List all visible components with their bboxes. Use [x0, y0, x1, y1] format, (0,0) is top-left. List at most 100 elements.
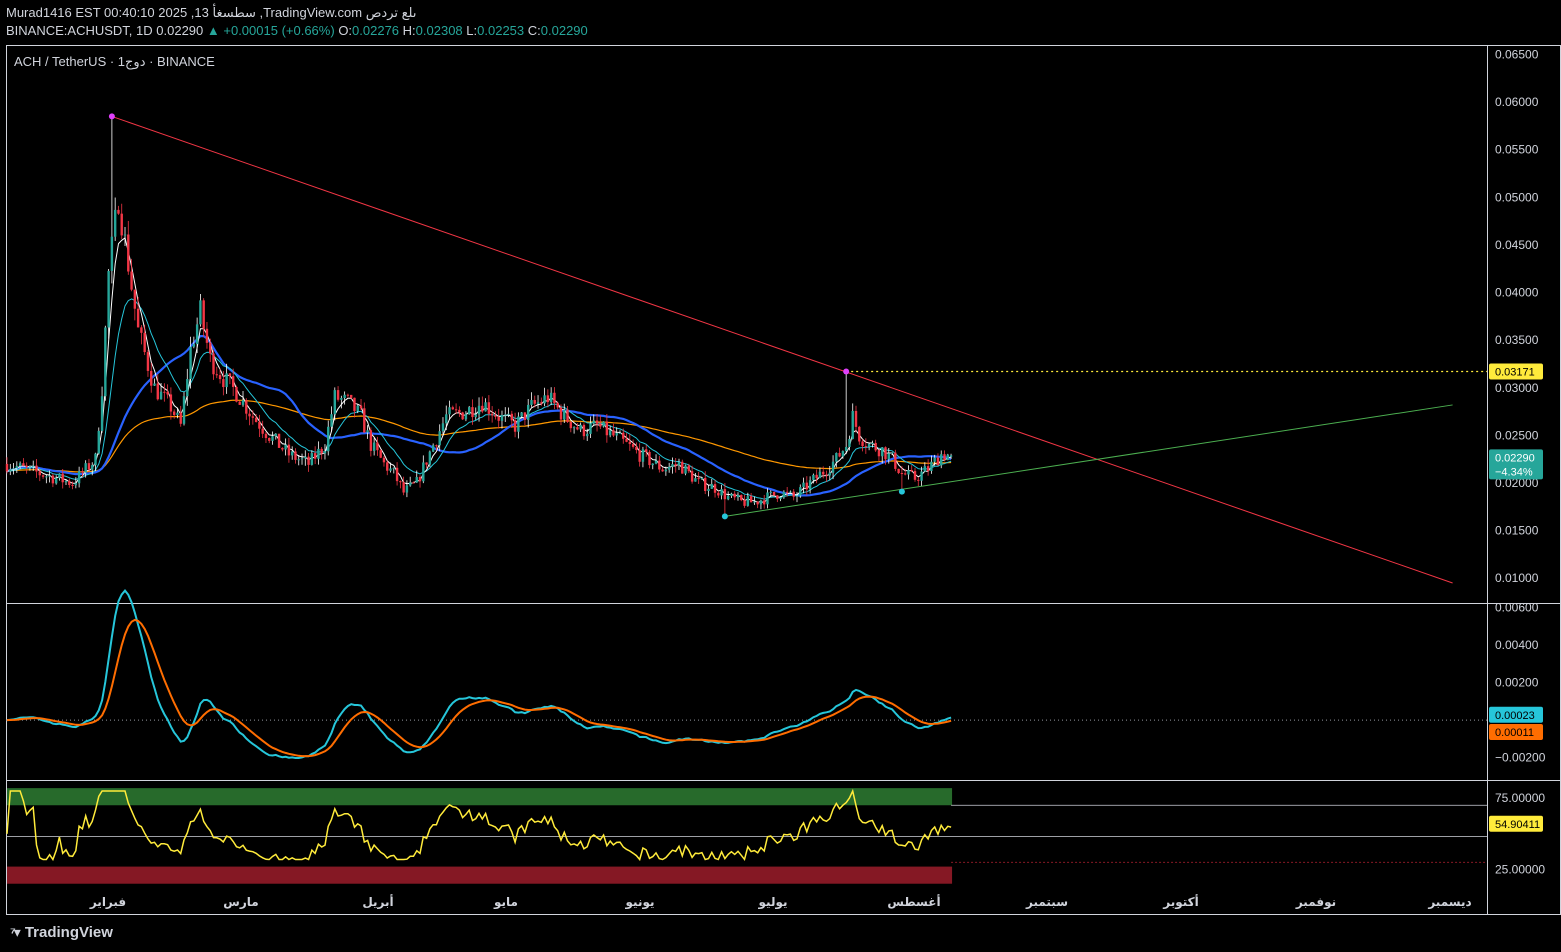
- candle-body: [667, 466, 671, 470]
- pivot-low-marker: [898, 488, 905, 495]
- candle-body: [38, 471, 41, 476]
- candle-body: [271, 436, 274, 441]
- candle-body: [523, 412, 527, 420]
- candle-body: [366, 430, 369, 433]
- candle-body: [471, 407, 474, 418]
- close-price: 0.02290: [156, 23, 204, 38]
- candle-body: [136, 308, 140, 328]
- candle-body: [277, 433, 281, 448]
- candle-body: [674, 464, 677, 466]
- candle-body: [186, 379, 189, 397]
- candle-body: [490, 413, 494, 416]
- candle-body: [81, 471, 84, 473]
- candle-body: [297, 459, 300, 461]
- candle-body: [631, 444, 635, 447]
- candle-body: [402, 482, 405, 493]
- candle-body: [940, 454, 943, 466]
- price-tick-label: 0.02500: [1495, 428, 1539, 442]
- candle-body: [792, 491, 795, 497]
- candle-body: [146, 352, 150, 371]
- candle-body: [681, 461, 684, 474]
- candle-body: [913, 471, 917, 480]
- candle-body: [900, 473, 904, 475]
- candle-body: [372, 442, 376, 451]
- candle-body: [756, 501, 759, 505]
- candle-body: [536, 402, 540, 404]
- candle-body: [543, 395, 546, 404]
- candle-body: [710, 484, 713, 489]
- candle-body: [825, 474, 828, 476]
- candle-body: [799, 487, 802, 496]
- candle-body: [533, 400, 536, 404]
- candle-body: [717, 492, 720, 496]
- candle-body: [625, 438, 628, 442]
- candle-body: [477, 405, 481, 415]
- candle-body: [353, 397, 356, 412]
- candle-body: [815, 474, 818, 479]
- candle-body: [890, 452, 894, 454]
- candle-body: [910, 470, 913, 472]
- candle-body: [379, 450, 382, 458]
- candle-body: [641, 449, 645, 462]
- candle-body: [884, 447, 887, 460]
- candle-body: [592, 420, 595, 424]
- candle-body: [618, 432, 622, 434]
- candle-body: [779, 497, 782, 499]
- candle-body: [5, 463, 9, 472]
- candle-body: [166, 391, 169, 395]
- candle-body: [615, 432, 618, 436]
- rsi-value-label: 54.90411: [1495, 819, 1540, 831]
- candle-body: [812, 474, 815, 481]
- candle-body: [677, 461, 681, 466]
- candle-body: [386, 462, 389, 471]
- low-value: 0.02253: [477, 23, 525, 38]
- candle-body: [68, 480, 71, 485]
- candle-body: [202, 300, 205, 329]
- candle-body: [25, 465, 28, 468]
- candle-body: [15, 466, 19, 469]
- candle-body: [579, 424, 582, 430]
- candle-body: [100, 396, 104, 431]
- candle-body: [769, 491, 772, 493]
- candle-body: [926, 466, 930, 471]
- candle-body: [513, 420, 517, 432]
- candle-body: [789, 491, 792, 493]
- macd-tick-label: 0.00600: [1495, 601, 1539, 615]
- candle-body: [395, 467, 399, 482]
- candle-body: [874, 442, 877, 451]
- candle-body: [802, 482, 805, 488]
- candle-body: [608, 430, 612, 436]
- candle-body: [451, 407, 455, 410]
- candle-body: [464, 414, 468, 420]
- candle-body: [320, 448, 323, 454]
- candle-body: [867, 443, 871, 447]
- candle-body: [572, 427, 576, 429]
- candle-body: [120, 213, 123, 236]
- candle-body: [546, 395, 550, 403]
- candle-body: [461, 412, 464, 420]
- candle-body: [45, 476, 48, 478]
- candle-body: [746, 496, 750, 506]
- candle-body: [481, 405, 484, 412]
- candle-body: [684, 465, 687, 474]
- candle-body: [258, 422, 261, 429]
- series-legend[interactable]: ACH / TetherUS · 1دوج · BINANCE: [14, 54, 215, 70]
- candle-body: [664, 469, 668, 472]
- rsi-overbought-zone: [7, 788, 953, 806]
- candle-body: [399, 481, 402, 483]
- chart-canvas[interactable]: 0.06500 0.06000 0.05500 0.05000 0.04500 0.040…: [0, 0, 1561, 952]
- candle-body: [949, 455, 953, 457]
- candle-body: [844, 447, 848, 452]
- candle-body: [363, 408, 366, 433]
- macd-tick-label: −0.00200: [1495, 751, 1546, 765]
- candle-body: [772, 491, 776, 496]
- current-price-label: −4.34%: [1495, 466, 1533, 478]
- candle-body: [231, 376, 235, 387]
- high-value: 0.02308: [415, 23, 463, 38]
- candle-body: [707, 488, 710, 492]
- price-tick-label: 0.04500: [1495, 238, 1539, 252]
- candle-body: [566, 409, 569, 422]
- low-label: L:: [466, 23, 478, 38]
- candle-body: [300, 458, 304, 460]
- price-tick-label: 0.06500: [1495, 48, 1539, 62]
